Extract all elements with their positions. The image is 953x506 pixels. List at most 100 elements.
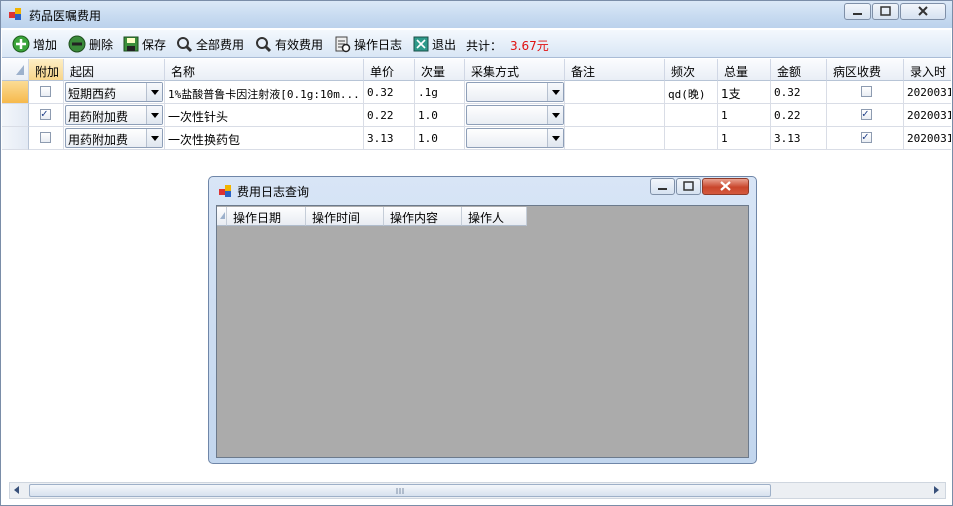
attached-checkbox[interactable] [40,132,51,143]
total-value: 3.67元 [510,39,549,53]
dialog-maximize-button[interactable] [676,178,701,195]
toolbar: 增加 删除 保存 全部费用 有效费用 操作日志 退出 共计： 3.67元 [2,30,951,58]
col-header-unit-price[interactable]: 单价 [364,59,415,81]
amount-cell[interactable]: 3.13 [771,127,827,150]
delete-button[interactable]: 删除 [68,34,113,54]
dropdown-arrow-icon[interactable] [547,83,563,101]
amount-cell[interactable]: 0.22 [771,104,827,127]
log-corner[interactable] [217,207,227,226]
time-cell[interactable]: 2020031 [904,81,951,104]
dropdown-arrow-icon[interactable] [146,83,162,101]
ward-charge-checkbox[interactable] [861,130,872,143]
unit-price-cell[interactable]: 0.32 [364,81,415,104]
scrollbar-thumb[interactable] [29,484,771,497]
horizontal-scrollbar[interactable] [9,482,946,499]
amount-cell[interactable]: 0.32 [771,81,827,104]
log-col-time[interactable]: 操作时间 [306,207,384,226]
delete-icon [68,35,86,53]
close-button[interactable] [900,3,946,20]
collect-combobox[interactable] [466,128,564,148]
dropdown-arrow-icon[interactable] [146,129,162,147]
attached-checkbox[interactable] [40,86,51,97]
collect-combobox[interactable] [466,82,564,102]
fee-grid: 附加 起因 名称 单价 次量 采集方式 备注 频次 总量 金额 病区收费 录入时… [2,59,951,151]
app-icon [9,8,21,20]
app-icon [219,185,231,197]
qty-cell[interactable]: 1 [718,127,771,150]
save-button[interactable]: 保存 [123,34,166,54]
dialog-title: 费用日志查询 [237,185,310,199]
ward-charge-checkbox[interactable] [861,107,872,120]
exit-button[interactable]: 退出 [413,34,456,54]
table-row-cell [465,127,565,150]
note-cell[interactable] [565,104,665,127]
col-header-cause[interactable]: 起因 [64,59,165,81]
cause-value: 用药附加费 [68,110,129,124]
fee-log-dialog: 费用日志查询 操作日期 操作时间 操作内容 操作人 [208,176,757,464]
freq-cell[interactable]: qd(晚) [665,81,718,104]
scroll-right-icon[interactable] [934,486,939,494]
col-header-dose[interactable]: 次量 [415,59,465,81]
row-header[interactable] [2,127,29,150]
dialog-minimize-button[interactable] [650,178,675,195]
name-cell[interactable]: 1%盐酸普鲁卡因注射液[0.1g:10m... [165,81,364,104]
select-all-corner[interactable] [2,59,29,81]
minimize-button[interactable] [844,3,871,20]
minimize-icon [853,13,862,15]
dialog-close-button[interactable] [702,178,749,195]
dropdown-arrow-icon[interactable] [547,129,563,147]
row-header-selected[interactable] [2,81,29,104]
all-fees-label: 全部费用 [196,37,245,52]
save-label: 保存 [142,37,167,52]
cause-combobox[interactable]: 用药附加费 [65,105,163,125]
magnifier-icon [177,36,193,52]
collect-combobox[interactable] [466,105,564,125]
log-col-date[interactable]: 操作日期 [227,207,306,226]
row-header[interactable] [2,104,29,127]
col-header-collect[interactable]: 采集方式 [465,59,565,81]
qty-cell[interactable]: 1 [718,104,771,127]
op-log-button[interactable]: 操作日志 [334,34,402,54]
col-header-note[interactable]: 备注 [565,59,665,81]
dose-cell[interactable]: 1.0 [415,104,465,127]
dropdown-arrow-icon[interactable] [146,106,162,124]
col-header-name[interactable]: 名称 [165,59,364,81]
unit-price-cell[interactable]: 0.22 [364,104,415,127]
minimize-icon [658,188,667,190]
dose-cell[interactable]: .1g [415,81,465,104]
table-row-cell [465,81,565,104]
all-fees-button[interactable]: 全部费用 [176,34,244,54]
maximize-icon [880,6,891,16]
table-row-cell: 用药附加费 [64,127,165,150]
col-header-ward-charge[interactable]: 病区收费 [827,59,904,81]
unit-price-cell[interactable]: 3.13 [364,127,415,150]
dose-cell[interactable]: 1.0 [415,127,465,150]
ward-charge-checkbox[interactable] [861,86,872,97]
log-col-operator[interactable]: 操作人 [462,207,527,226]
valid-fees-button[interactable]: 有效费用 [255,34,323,54]
col-header-time[interactable]: 录入时 [904,59,951,81]
log-col-content[interactable]: 操作内容 [384,207,462,226]
maximize-icon [683,181,694,191]
time-cell[interactable]: 2020031 [904,127,951,150]
dropdown-arrow-icon[interactable] [547,106,563,124]
name-cell[interactable]: 一次性针头 [165,104,364,127]
cause-combobox[interactable]: 短期西药 [65,82,163,102]
col-header-amount[interactable]: 金额 [771,59,827,81]
col-header-attached[interactable]: 附加 [29,59,64,81]
op-log-label: 操作日志 [354,37,403,52]
maximize-button[interactable] [872,3,899,20]
note-cell[interactable] [565,127,665,150]
name-cell[interactable]: 一次性换药包 [165,127,364,150]
add-button[interactable]: 增加 [12,34,57,54]
note-cell[interactable] [565,81,665,104]
qty-cell[interactable]: 1支 [718,81,771,104]
freq-cell[interactable] [665,127,718,150]
time-cell[interactable]: 2020031 [904,104,951,127]
col-header-freq[interactable]: 频次 [665,59,718,81]
col-header-qty[interactable]: 总量 [718,59,771,81]
attached-checkbox[interactable] [40,107,51,120]
cause-combobox[interactable]: 用药附加费 [65,128,163,148]
freq-cell[interactable] [665,104,718,127]
scroll-left-icon[interactable] [14,486,19,494]
